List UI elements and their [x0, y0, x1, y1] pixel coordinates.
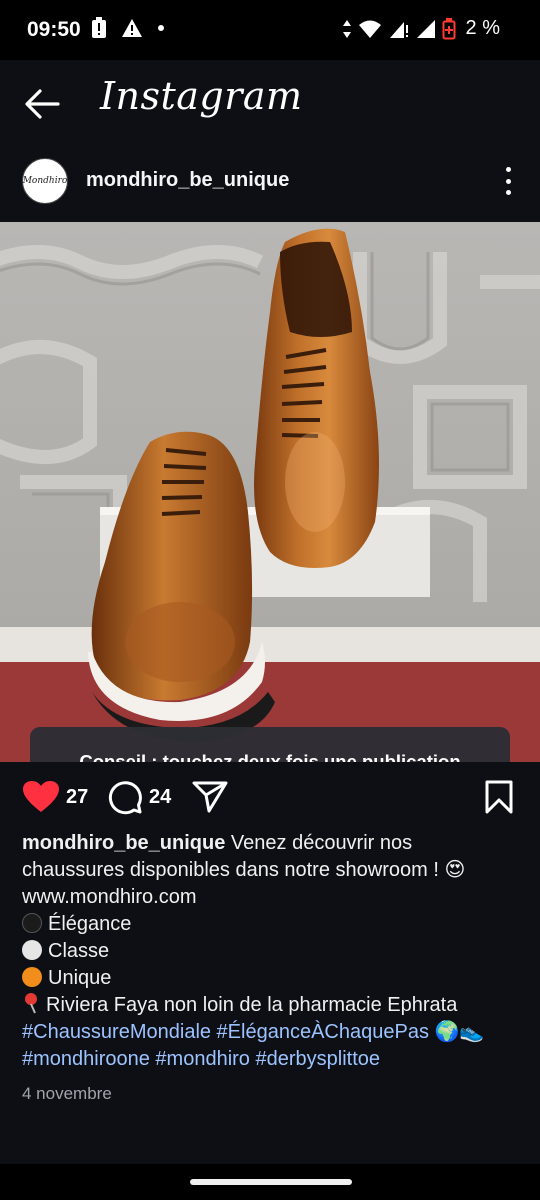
caption-item-classe: Classe [22, 938, 522, 965]
signal-icon [389, 21, 408, 38]
warning-icon [122, 19, 142, 37]
post-caption: mondhiro_be_unique Venez découvrir nos c… [22, 830, 522, 1073]
data-arrows-icon [342, 19, 351, 38]
caption-line-2: chaussures disponibles dans notre showro… [22, 857, 522, 884]
battery-alert-icon [92, 17, 106, 38]
post-image[interactable]: Conseil : touchez deux fois une publicat… [0, 222, 540, 762]
caption-item-unique: Unique [22, 965, 522, 992]
caption-hashtags-1: #ChaussureMondiale #ÉléganceÀChaquePas 🌍… [22, 1019, 522, 1046]
avatar-logo-text: Mondhiro [22, 176, 68, 186]
caption-url[interactable]: www.mondhiro.com [22, 884, 522, 911]
bookmark-icon [485, 780, 513, 814]
comment-count: 24 [149, 785, 172, 808]
send-paper-plane-icon [192, 781, 228, 813]
hashtag-links[interactable]: #ChaussureMondiale #ÉléganceÀChaquePas [22, 1021, 429, 1043]
save-button[interactable] [484, 780, 514, 814]
top-app-bar: Instagram [0, 60, 540, 148]
globe-sneaker-emoji: 🌍👟 [434, 1021, 485, 1043]
status-system-icons: 2 % [342, 17, 500, 40]
more-dot-icon [505, 190, 511, 195]
heart-eyes-emoji: 😍 [444, 859, 466, 881]
tip-text: Conseil : touchez deux fois une publicat… [79, 751, 461, 762]
caption-item-text: Classe [48, 940, 110, 962]
signal-icon-2 [416, 19, 435, 38]
dot-icon [158, 25, 164, 31]
caption-username[interactable]: mondhiro_be_unique [22, 832, 225, 854]
battery-percent: 2 % [465, 17, 500, 39]
instagram-logo-text: Instagram [100, 74, 303, 118]
post-date: 4 novembre [22, 1084, 112, 1103]
double-tap-tip-toast: Conseil : touchez deux fois une publicat… [30, 727, 510, 762]
caption-item-text: Élégance [48, 913, 132, 935]
caption-item-text: Unique [48, 967, 112, 989]
status-notification-icons [91, 17, 165, 39]
orange-circle-icon [22, 967, 42, 987]
caption-showroom-text: chaussures disponibles dans notre showro… [22, 859, 439, 881]
avatar[interactable]: Mondhiro [22, 158, 68, 204]
comment-bubble-icon [108, 781, 142, 815]
caption-line-1: mondhiro_be_unique Venez découvrir nos [22, 830, 522, 857]
black-circle-icon [22, 913, 42, 933]
more-options-button[interactable] [496, 164, 520, 198]
like-button[interactable]: 27 [22, 780, 88, 814]
white-circle-icon [22, 940, 42, 960]
post-header: Mondhiro mondhiro_be_unique [0, 156, 540, 220]
shoes-photo [0, 222, 540, 762]
instagram-post-screen: Instagram Mondhiro mondhiro_be_unique Co… [0, 60, 540, 1164]
gesture-nav-bar [0, 1164, 540, 1200]
home-indicator[interactable] [190, 1179, 352, 1185]
caption-item-elegance: Élégance [22, 911, 522, 938]
pin-icon [25, 993, 37, 1014]
share-button[interactable] [192, 780, 228, 814]
comment-button[interactable]: 24 [107, 780, 172, 815]
status-time: 09:50 [27, 18, 81, 41]
caption-location-text: Riviera Faya non loin de la pharmacie Ep… [46, 994, 458, 1016]
back-button[interactable] [22, 84, 62, 124]
like-count: 27 [66, 785, 89, 808]
status-bar: 09:50 2 % [0, 0, 540, 60]
more-dot-icon [505, 167, 511, 172]
caption-location: Riviera Faya non loin de la pharmacie Ep… [22, 992, 522, 1019]
heart-filled-icon [23, 781, 59, 812]
more-dot-icon [505, 178, 511, 184]
arrow-left-icon [25, 89, 60, 119]
post-actions-bar: 27 24 [0, 772, 540, 822]
caption-hashtags-2[interactable]: #mondhiroone #mondhiro #derbysplittoe [22, 1046, 522, 1073]
caption-intro: Venez découvrir nos [230, 832, 413, 854]
wifi-icon [358, 20, 381, 38]
post-username[interactable]: mondhiro_be_unique [86, 169, 289, 192]
battery-low-icon [442, 17, 456, 39]
